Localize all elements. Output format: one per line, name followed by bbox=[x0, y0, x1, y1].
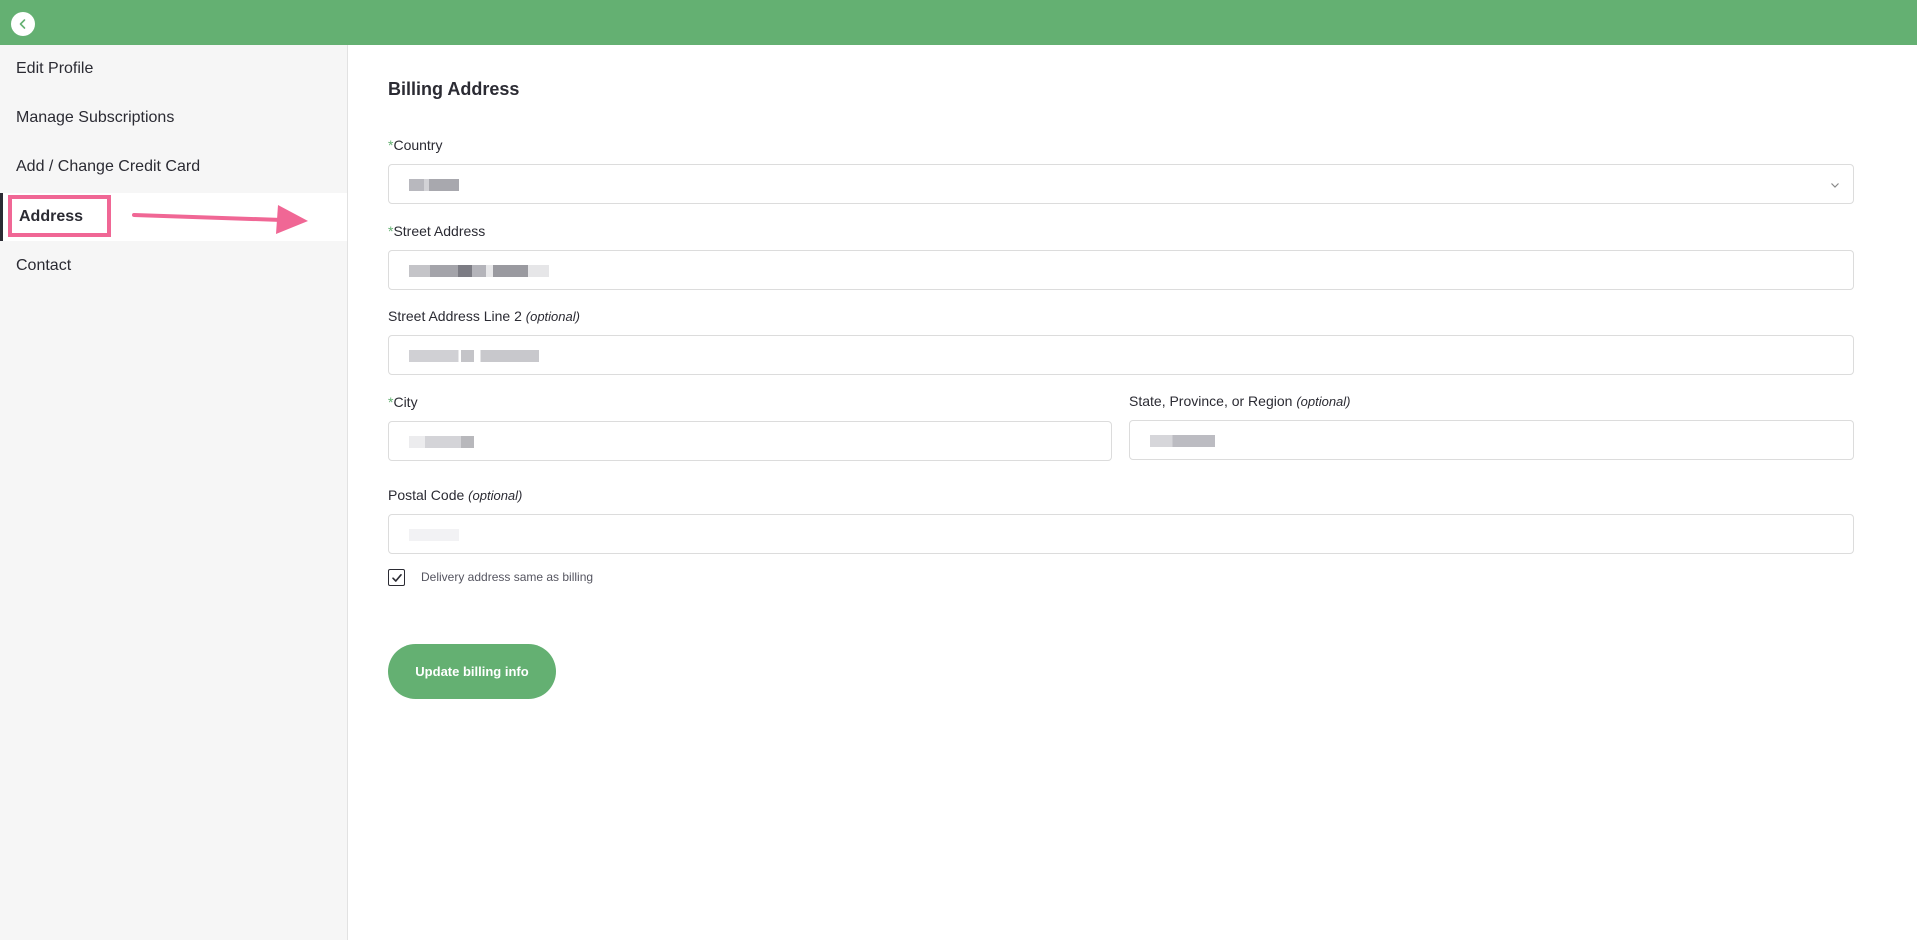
delivery-same-label: Delivery address same as billing bbox=[421, 570, 594, 584]
chevron-left-icon bbox=[19, 19, 26, 29]
street-address-line2-input[interactable] bbox=[388, 335, 1854, 375]
delivery-same-checkbox[interactable] bbox=[388, 569, 405, 586]
city-input[interactable] bbox=[388, 421, 1112, 461]
sidebar-item-label: Contact bbox=[16, 257, 72, 274]
street-address-label: *Street Address bbox=[388, 223, 486, 239]
sidebar-item-address[interactable]: Address bbox=[0, 193, 347, 241]
state-label: State, Province, or Region (optional) bbox=[1129, 393, 1351, 409]
city-label: *City bbox=[388, 394, 418, 410]
redacted-value bbox=[409, 179, 459, 191]
sidebar-item-credit-card[interactable]: Add / Change Credit Card bbox=[0, 143, 347, 191]
sidebar-item-manage-subscriptions[interactable]: Manage Subscriptions bbox=[0, 94, 347, 142]
chevron-down-icon bbox=[1831, 183, 1839, 188]
redacted-value bbox=[409, 529, 459, 541]
update-billing-button[interactable]: Update billing info bbox=[388, 644, 556, 699]
sidebar-item-label: Edit Profile bbox=[16, 60, 94, 77]
street-address-line2-label: Street Address Line 2 (optional) bbox=[388, 308, 580, 324]
back-button[interactable] bbox=[11, 12, 35, 36]
sidebar: Edit Profile Manage Subscriptions Add / … bbox=[0, 45, 348, 940]
sidebar-item-label: Manage Subscriptions bbox=[16, 109, 175, 126]
top-bar bbox=[0, 0, 1917, 45]
checkmark-icon bbox=[391, 573, 402, 582]
sidebar-item-contact[interactable]: Contact bbox=[0, 242, 347, 290]
redacted-value bbox=[1150, 435, 1215, 447]
redacted-value bbox=[409, 436, 474, 448]
country-select[interactable] bbox=[388, 164, 1854, 204]
redacted-value bbox=[409, 350, 539, 362]
postal-code-input[interactable] bbox=[388, 514, 1854, 554]
street-address-input[interactable] bbox=[388, 250, 1854, 290]
country-label: *Country bbox=[388, 137, 443, 153]
state-input[interactable] bbox=[1129, 420, 1854, 460]
redacted-value bbox=[409, 265, 549, 277]
page-title: Billing Address bbox=[388, 79, 520, 99]
postal-code-label: Postal Code (optional) bbox=[388, 487, 523, 503]
sidebar-item-edit-profile[interactable]: Edit Profile bbox=[0, 45, 347, 93]
sidebar-item-label: Add / Change Credit Card bbox=[16, 158, 201, 175]
sidebar-item-label: Address bbox=[19, 208, 84, 225]
